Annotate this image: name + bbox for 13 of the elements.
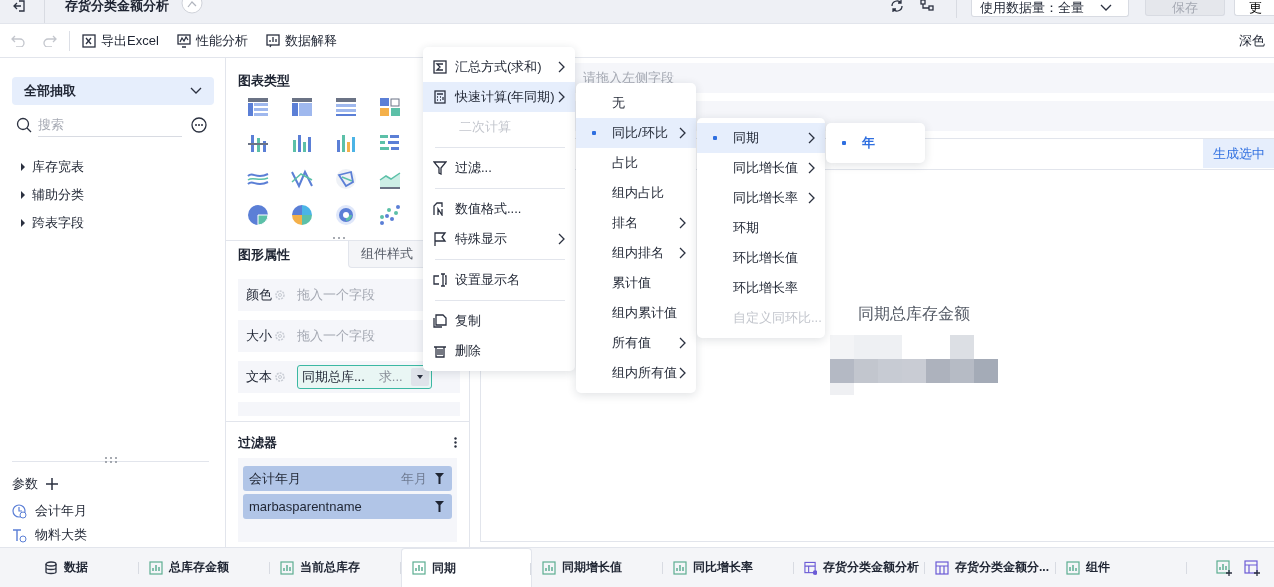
section-title: 参数: [12, 475, 38, 493]
aggregation-label: 求...: [378, 368, 403, 386]
section-title: 过滤器: [238, 434, 277, 450]
section-title: 图表类型: [238, 72, 291, 88]
field-name: 同期总库...: [302, 368, 365, 386]
property-label: 文本: [246, 368, 273, 386]
property-label: 大小: [246, 327, 273, 345]
theme-label: 深色: [1239, 31, 1265, 50]
property-label: 颜色: [246, 286, 273, 304]
filter-name: marbasparentname: [249, 499, 363, 514]
chart-title: 同期总库存金额: [858, 304, 970, 324]
filter-name: 会计年月: [249, 469, 302, 488]
filter-tag: 年月: [401, 469, 427, 488]
